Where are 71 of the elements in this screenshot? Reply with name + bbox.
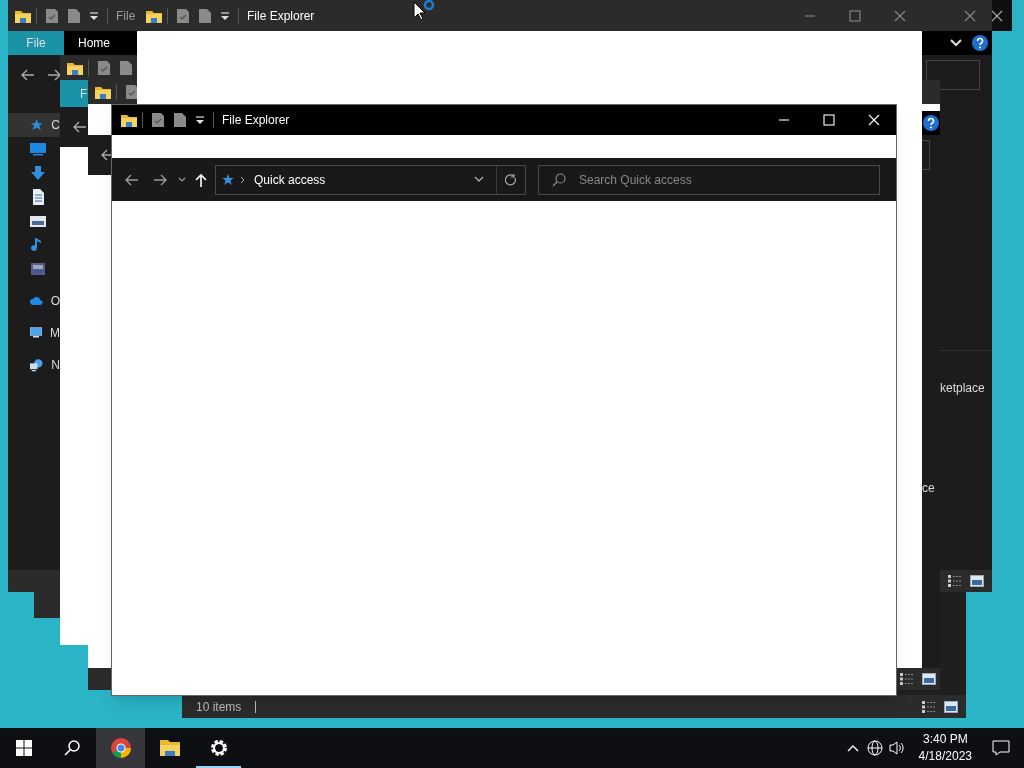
back-arrow-icon[interactable] [72,120,86,134]
window-title: File [116,7,136,25]
forward-arrow-icon[interactable] [48,68,62,82]
maximize-icon [822,114,835,126]
chevron-down-icon[interactable] [474,176,484,183]
navigation-item[interactable]: O [8,289,60,313]
back-arrow-icon[interactable] [100,148,114,162]
navigation-item[interactable]: C [8,113,60,137]
chevron-up-icon[interactable] [846,744,859,752]
clock[interactable]: 3:40 PM 4/18/2023 [912,731,978,765]
folder-icon[interactable] [120,112,138,128]
refresh-icon[interactable] [505,173,517,186]
help-icon[interactable] [972,35,988,51]
customize-dropdown-icon[interactable] [195,115,205,125]
speech-bubble-icon [992,740,1010,756]
customize-dropdown-icon[interactable] [89,10,99,21]
search-field[interactable]: Search Quick access [538,164,880,195]
window-title: File Explorer [247,7,315,25]
item-count: 10 items [196,698,242,716]
close-icon [991,9,1003,22]
taskbar-app-button[interactable] [96,728,145,768]
folder-icon[interactable] [94,84,112,100]
busy-cursor-icon [413,0,437,22]
forward-arrow-icon[interactable] [154,172,168,187]
document-icon[interactable] [119,59,133,76]
breadcrumb-chevron-icon [240,175,246,184]
large-icons-view-icon[interactable] [944,700,958,713]
windows-logo-icon [16,740,32,756]
back-arrow-icon[interactable] [20,68,34,82]
checkmark-document-icon[interactable] [125,84,139,100]
details-view-icon[interactable] [900,673,914,685]
globe-icon[interactable] [866,740,883,756]
navigation-item[interactable]: N [8,353,60,377]
back-arrow-icon[interactable] [124,172,138,187]
address-bar[interactable]: Quick access [215,164,526,195]
up-arrow-icon[interactable] [195,172,207,187]
checkmark-document-icon[interactable] [151,112,165,128]
document-icon[interactable] [173,112,187,128]
down-arrow-icon [30,165,46,181]
checkmark-document-icon[interactable] [176,7,190,24]
navigation-item[interactable]: M [8,321,60,345]
globe-computer-icon [30,357,44,373]
maximize-icon [848,9,861,22]
picture-icon [30,213,46,229]
help-icon[interactable] [923,115,939,131]
document-icon [30,189,46,205]
ribbon-tab[interactable]: Home [64,31,124,55]
document-icon[interactable] [198,7,212,24]
customize-dropdown-icon[interactable] [220,10,230,21]
folder-icon [158,737,181,759]
details-view-icon[interactable] [948,575,962,587]
recent-locations-dropdown-icon[interactable] [178,176,186,183]
navigation-item-label[interactable]: ce [922,481,935,495]
close-icon [867,114,880,126]
star-icon [30,117,44,133]
close-icon [963,9,976,22]
monitor-icon [30,141,46,157]
chrome-logo-icon [109,737,132,759]
film-icon [30,261,46,277]
checkmark-document-icon[interactable] [97,59,111,76]
search-icon [64,740,80,756]
document-icon[interactable] [67,7,81,24]
window-title: File Explorer [222,112,290,129]
computer-icon [30,325,42,341]
search-icon [552,172,566,187]
details-view-icon[interactable] [922,700,936,713]
speaker-icon[interactable] [888,740,905,756]
navigation-item-label[interactable]: ketplace [940,379,985,397]
close-icon [893,9,906,22]
star-icon [222,173,234,186]
checkmark-document-icon[interactable] [45,7,59,24]
